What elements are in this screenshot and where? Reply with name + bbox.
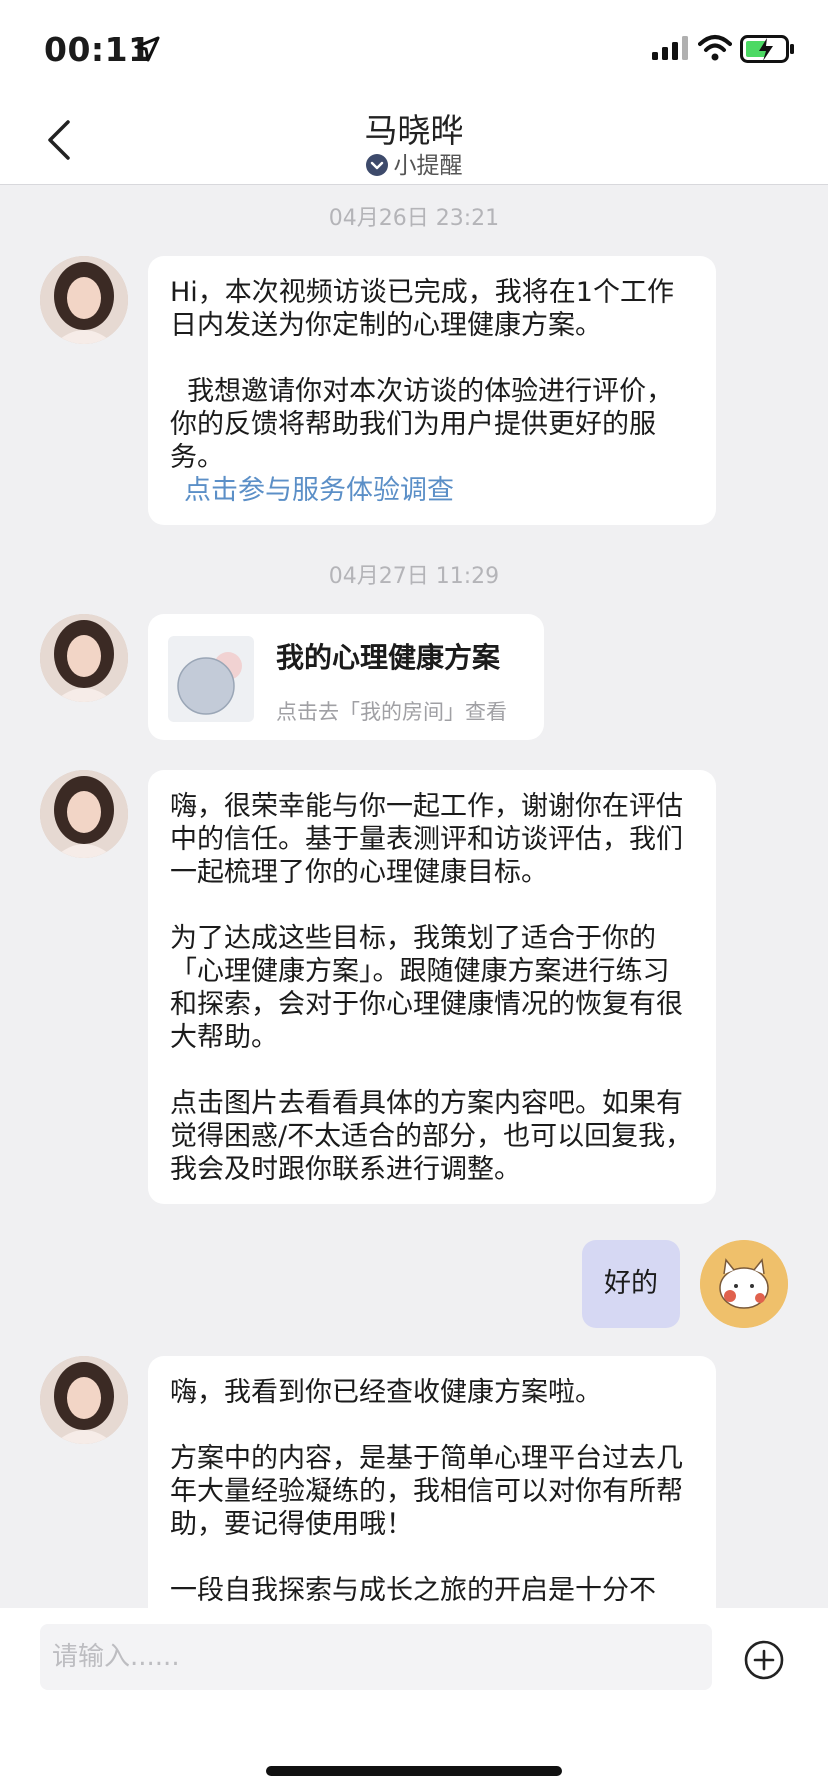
signal-icon: [652, 36, 688, 60]
my-avatar[interactable]: [700, 1240, 788, 1328]
survey-link[interactable]: 点击参与服务体验调查: [170, 474, 696, 507]
message-bubble: 嗨，很荣幸能与你一起工作，谢谢你在评估中的信任。基于量表测评和访谈评估，我们一起…: [148, 770, 716, 1204]
message-bubble: Hi，本次视频访谈已完成，我将在1个工作日内发送为你定制的心理健康方案。 我想邀…: [148, 256, 716, 525]
contact-name: 马晓晔: [364, 111, 464, 150]
avatar-photo: [40, 614, 128, 702]
message-text: 我想邀请你对本次访谈的体验进行评价，你的反馈将帮助我们为用户提供更好的服务。: [170, 376, 674, 473]
message-text: 方案中的内容，是基于简单心理平台过去几年大量经验凝练的，我相信可以对你有所帮助，…: [170, 1443, 683, 1540]
cat-avatar-icon: [700, 1240, 788, 1328]
battery-charging-icon: [740, 35, 794, 63]
header-subtitle: 小提醒: [0, 146, 828, 180]
home-indicator[interactable]: [266, 1766, 562, 1776]
message-input[interactable]: [40, 1624, 712, 1690]
message-text: 嗨，我看到你已经查收健康方案啦。: [170, 1377, 602, 1408]
message-text: 嗨，很荣幸能与你一起工作，谢谢你在评估中的信任。基于量表测评和访谈评估，我们一起…: [170, 791, 683, 888]
counselor-avatar[interactable]: [40, 1356, 128, 1444]
wifi-icon: [698, 35, 732, 61]
timestamp: 04月27日 11:29: [328, 564, 500, 589]
message-text: 为了达成这些目标，我策划了适合于你的「心理健康方案」。跟随健康方案进行练习和探索…: [170, 923, 683, 1053]
message-text: 点击图片去看看具体的方案内容吧。如果有觉得困惑/不太适合的部分，也可以回复我，我…: [170, 1088, 693, 1185]
verified-check-icon: [365, 154, 388, 176]
counselor-avatar[interactable]: [40, 256, 128, 344]
plan-thumbnail: [168, 636, 254, 722]
status-bar: 00:11: [0, 0, 828, 100]
counselor-avatar[interactable]: [40, 770, 128, 858]
my-message-bubble: 好的: [582, 1240, 680, 1328]
plus-circle-icon[interactable]: [744, 1640, 784, 1680]
avatar-photo: [40, 256, 128, 344]
avatar-photo: [40, 1356, 128, 1444]
card-title: 我的心理健康方案: [276, 641, 501, 674]
message-text: 一段自我探索与成长之旅的开启是十分不: [170, 1575, 656, 1606]
card-subtitle: 点击去「我的房间」查看: [276, 700, 507, 724]
health-plan-card[interactable]: 我的心理健康方案 点击去「我的房间」查看: [148, 614, 544, 740]
counselor-avatar[interactable]: [40, 614, 128, 702]
location-arrow-icon: [134, 36, 160, 62]
chat-header: 马晓晔 小提醒: [0, 100, 828, 185]
timestamp: 04月26日 23:21: [328, 206, 500, 231]
input-bar: [0, 1608, 828, 1792]
message-text: Hi，本次视频访谈已完成，我将在1个工作日内发送为你定制的心理健康方案。: [170, 277, 674, 341]
avatar-photo: [40, 770, 128, 858]
subtitle-text: 小提醒: [393, 153, 463, 179]
